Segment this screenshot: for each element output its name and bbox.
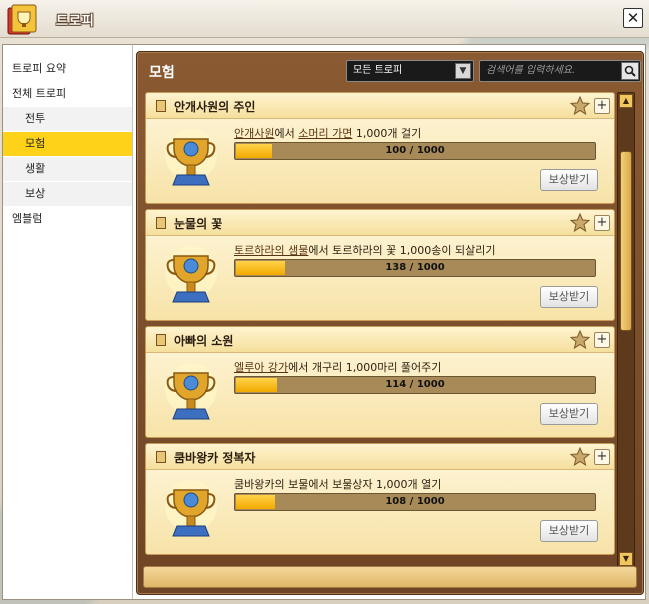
trophy-icon xyxy=(165,480,217,537)
window-title: 트로피 xyxy=(56,14,95,29)
claim-reward-button[interactable]: 보상받기 xyxy=(540,403,598,425)
trophy-description: 안개사원에서 소머리 가면 1,000개 걸기 xyxy=(234,125,421,141)
trophy-description: 토르하라의 샘물에서 토르하라의 꽃 1,000송이 되살리기 xyxy=(234,242,496,258)
desc-text: 1,000개 걸기 xyxy=(352,127,422,140)
trophy-card-header: 아빠의 소원 + xyxy=(146,327,614,353)
progress-bar: 108 / 1000 xyxy=(234,493,596,511)
trophy-card: 눈물의 꽃 + 토르하라의 샘물에서 토르하라의 꽃 1,000송이 되살리기 xyxy=(145,209,615,321)
sidebar-item-summary[interactable]: 트로피 요약 xyxy=(3,57,132,81)
chevron-down-icon[interactable]: ▼ xyxy=(455,63,471,79)
trophy-filter-select[interactable]: 모든 트로피 ▼ xyxy=(346,60,474,82)
claim-reward-button[interactable]: 보상받기 xyxy=(540,520,598,542)
search-icon[interactable] xyxy=(621,62,639,80)
trophy-title: 아빠의 소원 xyxy=(174,334,234,348)
star-icon[interactable] xyxy=(570,447,590,467)
trophy-list: 안개사원의 주인 + 안개사원에서 소머리 가면 1,000개 걸기 100 /… xyxy=(145,92,615,568)
title-bar: 트로피 ✕ xyxy=(0,0,649,38)
trophy-icon xyxy=(165,129,217,186)
plus-icon[interactable]: + xyxy=(594,449,610,465)
trophy-description: 엘루아 강가에서 개구리 1,000마리 풀어주기 xyxy=(234,359,441,375)
plus-icon[interactable]: + xyxy=(594,98,610,114)
progress-text: 100 / 1000 xyxy=(385,145,445,156)
section-title: 모험 xyxy=(149,65,175,81)
sidebar-item-reward[interactable]: 보상 xyxy=(3,182,132,206)
trophy-card: 안개사원의 주인 + 안개사원에서 소머리 가면 1,000개 걸기 100 /… xyxy=(145,92,615,204)
claim-reward-button[interactable]: 보상받기 xyxy=(540,169,598,191)
close-button[interactable]: ✕ xyxy=(623,8,643,28)
trophy-card: 쿰바왕카 정복자 + 쿰바왕카의 보물에서 보물상자 1,000개 열기 108… xyxy=(145,443,615,555)
filter-selected-value: 모든 트로피 xyxy=(353,65,403,76)
trophy-card-header: 쿰바왕카 정복자 + xyxy=(146,444,614,470)
trophy-description: 쿰바왕카의 보물에서 보물상자 1,000개 열기 xyxy=(234,478,442,491)
trophy-title: 눈물의 꽃 xyxy=(174,217,223,231)
scroll-up-icon[interactable]: ▲ xyxy=(619,94,633,108)
sidebar: 트로피 요약 전체 트로피 전투 모험 생활 보상 엠블럼 xyxy=(3,45,133,599)
trophy-window: 트로피 요약 전체 트로피 전투 모험 생활 보상 엠블럼 모험 모든 트로피 … xyxy=(2,44,646,600)
desc-text: 에서 개구리 1,000마리 풀어주기 xyxy=(288,361,442,374)
desc-text: 에서 토르하라의 꽃 1,000송이 되살리기 xyxy=(308,244,496,257)
book-icon xyxy=(156,451,166,463)
location-link[interactable]: 토르하라의 샘물 xyxy=(234,244,308,257)
claim-reward-button[interactable]: 보상받기 xyxy=(540,286,598,308)
panel-footer xyxy=(143,566,637,588)
progress-bar: 100 / 1000 xyxy=(234,142,596,160)
sidebar-item-life[interactable]: 생활 xyxy=(3,157,132,181)
star-icon[interactable] xyxy=(570,213,590,233)
plus-icon[interactable]: + xyxy=(594,215,610,231)
sidebar-item-all-trophies[interactable]: 전체 트로피 xyxy=(3,82,132,106)
close-icon: ✕ xyxy=(626,8,640,27)
scroll-thumb[interactable] xyxy=(620,151,632,331)
location-link[interactable]: 안개사원 xyxy=(234,127,274,140)
trophy-card-header: 안개사원의 주인 + xyxy=(146,93,614,119)
sidebar-item-adventure[interactable]: 모험 xyxy=(3,132,132,156)
book-icon xyxy=(156,100,166,112)
item-link[interactable]: 소머리 가면 xyxy=(298,127,352,140)
sidebar-item-emblem[interactable]: 엠블럼 xyxy=(3,207,132,231)
scroll-down-icon[interactable]: ▼ xyxy=(619,552,633,566)
star-icon[interactable] xyxy=(570,330,590,350)
progress-text: 138 / 1000 xyxy=(385,262,445,273)
progress-bar: 114 / 1000 xyxy=(234,376,596,394)
book-icon xyxy=(156,217,166,229)
desc-text: 에서 xyxy=(274,127,299,140)
sidebar-item-combat[interactable]: 전투 xyxy=(3,107,132,131)
search-input[interactable]: 검색어를 입력하세요. xyxy=(479,60,641,82)
progress-text: 114 / 1000 xyxy=(385,379,445,390)
trophy-icon xyxy=(165,363,217,420)
star-icon[interactable] xyxy=(570,96,590,116)
trophy-app-icon xyxy=(7,4,37,35)
trophy-card: 아빠의 소원 + 엘루아 강가에서 개구리 1,000마리 풀어주기 114 /… xyxy=(145,326,615,438)
main-panel: 모험 모든 트로피 ▼ 검색어를 입력하세요. 안개사원의 주인 + 안개사원에… xyxy=(136,51,644,595)
trophy-title: 쿰바왕카 정복자 xyxy=(174,451,256,465)
book-icon xyxy=(156,334,166,346)
progress-text: 108 / 1000 xyxy=(385,496,445,507)
trophy-title: 안개사원의 주인 xyxy=(174,100,256,114)
search-placeholder: 검색어를 입력하세요. xyxy=(486,65,576,76)
location-link[interactable]: 엘루아 강가 xyxy=(234,361,288,374)
list-scrollbar[interactable]: ▲ ▼ xyxy=(617,92,635,568)
plus-icon[interactable]: + xyxy=(594,332,610,348)
main-header: 모험 모든 트로피 ▼ 검색어를 입력하세요. xyxy=(143,56,641,86)
trophy-card-header: 눈물의 꽃 + xyxy=(146,210,614,236)
trophy-icon xyxy=(165,246,217,303)
progress-bar: 138 / 1000 xyxy=(234,259,596,277)
